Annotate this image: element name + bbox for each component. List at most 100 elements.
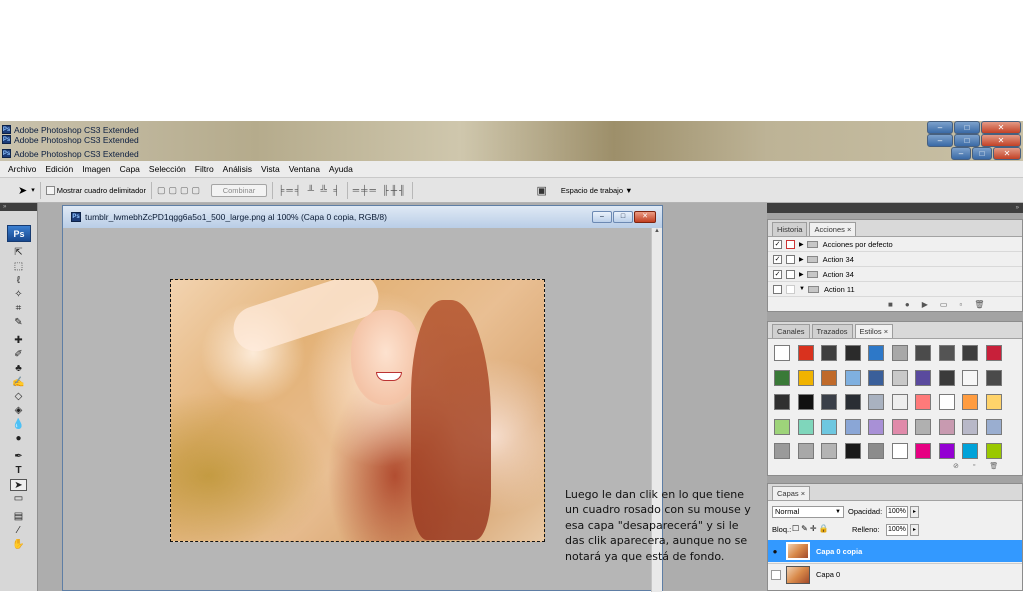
distribute-icons[interactable]: ═╪═ ╟╫╢ (353, 185, 408, 195)
trash-icon[interactable]: 🗑 (974, 300, 984, 309)
pen-tool-icon[interactable]: ✒ (10, 451, 27, 463)
style-swatch[interactable] (797, 369, 814, 386)
style-swatch[interactable] (938, 443, 955, 459)
minimize-button[interactable]: – (951, 147, 971, 160)
close-button[interactable]: ✕ (993, 147, 1021, 160)
style-swatch[interactable] (938, 345, 955, 361)
style-swatch[interactable] (985, 443, 1002, 459)
new-set-icon[interactable]: ▭ (940, 300, 948, 309)
align-icons[interactable]: ╞═╡ ╨ ╩ ╡ (278, 185, 342, 195)
style-swatch[interactable] (868, 418, 884, 435)
dialog-toggle-icon[interactable] (786, 269, 795, 279)
action-toggle-checkbox[interactable] (773, 284, 782, 294)
style-swatch[interactable] (868, 345, 884, 361)
style-swatch[interactable] (797, 443, 814, 459)
clear-style-icon[interactable]: ⊘ (953, 462, 959, 470)
tab-acciones[interactable]: Acciones × (809, 222, 857, 236)
clone-stamp-icon[interactable]: ♣ (10, 363, 27, 375)
menu-edicion[interactable]: Edición (45, 164, 73, 174)
dialog-toggle-icon[interactable] (786, 284, 795, 294)
action-row[interactable]: ✓ ▶ Action 34 (768, 252, 1022, 267)
style-swatch[interactable] (797, 394, 814, 410)
style-swatch[interactable] (774, 394, 790, 410)
new-action-icon[interactable]: ▫ (959, 300, 962, 309)
style-swatch[interactable] (962, 345, 978, 361)
layer-row-capa-0[interactable]: Capa 0 (768, 563, 1022, 585)
bounding-box-checkbox[interactable] (45, 185, 55, 195)
bridge-icon[interactable]: ▣ (536, 184, 546, 197)
new-style-icon[interactable]: ▫ (973, 462, 975, 470)
expand-triangle-icon[interactable]: ▶ (799, 256, 804, 263)
style-swatch[interactable] (821, 443, 837, 459)
style-swatch[interactable] (938, 418, 955, 435)
menu-filtro[interactable]: Filtro (195, 164, 214, 174)
record-icon[interactable]: ● (905, 300, 910, 309)
lasso-tool-icon[interactable]: ℓ (10, 275, 27, 287)
toolbox-header[interactable]: » (0, 203, 37, 211)
maximize-button[interactable]: □ (954, 121, 980, 134)
image-canvas[interactable] (170, 279, 545, 542)
fill-slider-toggle[interactable]: ▸ (910, 524, 919, 536)
style-swatch[interactable] (868, 394, 884, 410)
document-minimize-button[interactable]: – (592, 211, 612, 223)
photoshop-logo[interactable]: Ps (7, 225, 31, 242)
action-row[interactable]: ✓ ▶ Action 34 (768, 267, 1022, 282)
crop-tool-icon[interactable]: ⌗ (10, 303, 27, 315)
tab-historia[interactable]: Historia (772, 222, 808, 236)
eraser-tool-icon[interactable]: ◇ (10, 391, 27, 403)
style-swatch[interactable] (985, 418, 1002, 435)
style-swatch[interactable] (821, 345, 837, 361)
action-row[interactable]: ✓ ▶ Acciones por defecto (768, 237, 1022, 252)
move-tool-preset-icon[interactable]: ➤ (18, 184, 27, 197)
maximize-button[interactable]: □ (954, 134, 980, 147)
style-swatch[interactable] (844, 369, 861, 386)
action-toggle-checkbox[interactable]: ✓ (773, 269, 782, 279)
visibility-toggle-box[interactable] (771, 569, 781, 580)
minimize-button[interactable]: – (927, 121, 953, 134)
style-swatch[interactable] (821, 369, 837, 386)
document-close-button[interactable]: ✕ (634, 211, 656, 223)
tab-trazados[interactable]: Trazados (811, 324, 853, 338)
restore-button[interactable]: □ (972, 147, 992, 160)
magic-wand-icon[interactable]: ✧ (10, 289, 27, 301)
style-swatch[interactable] (797, 418, 814, 435)
style-swatch[interactable] (844, 418, 861, 435)
tab-canales[interactable]: Canales (772, 324, 810, 338)
play-icon[interactable]: ▶ (922, 300, 928, 309)
history-brush-icon[interactable]: ✍ (10, 377, 27, 389)
blend-mode-select[interactable]: Normal ▼ (772, 506, 844, 518)
type-tool-icon[interactable]: T (10, 465, 27, 477)
action-row[interactable]: ▼ Action 11 (768, 282, 1022, 297)
menu-seleccion[interactable]: Selección (149, 164, 186, 174)
slice-tool-icon[interactable]: ✎ (10, 317, 27, 329)
eyedropper-tool-icon[interactable]: ⁄ (10, 525, 27, 537)
hand-tool-icon[interactable]: ✋ (10, 539, 27, 549)
blur-tool-icon[interactable]: 💧 (10, 419, 27, 431)
document-maximize-button[interactable]: □ (613, 211, 633, 223)
close-button[interactable]: ✕ (981, 134, 1021, 147)
chevron-down-icon[interactable]: ▾ (31, 186, 35, 194)
shape-tool-icon[interactable]: ▭ (10, 493, 27, 505)
trash-icon[interactable]: 🗑 (989, 462, 998, 470)
opacity-input[interactable]: 100% (886, 506, 908, 518)
style-swatch[interactable] (868, 369, 884, 386)
paint-bucket-icon[interactable]: ◈ (10, 405, 27, 417)
style-swatch[interactable] (915, 418, 931, 435)
style-swatch[interactable] (891, 394, 908, 410)
action-toggle-checkbox[interactable]: ✓ (773, 239, 782, 249)
dialog-toggle-icon[interactable] (786, 254, 795, 264)
style-swatch[interactable] (774, 345, 790, 361)
marquee-tool-icon[interactable]: ⬚ (10, 261, 27, 273)
style-swatch[interactable] (844, 394, 861, 410)
notes-tool-icon[interactable]: ▤ (10, 511, 27, 523)
style-swatch[interactable] (938, 394, 955, 410)
style-swatch[interactable] (844, 443, 861, 459)
menu-capa[interactable]: Capa (120, 164, 140, 174)
style-swatch[interactable] (891, 369, 908, 386)
minimize-button[interactable]: – (927, 134, 953, 147)
lock-icons[interactable]: ☐✎✛🔒 (792, 524, 831, 533)
style-swatch[interactable] (985, 394, 1002, 410)
menu-vista[interactable]: Vista (261, 164, 280, 174)
dialog-toggle-icon[interactable] (786, 239, 795, 249)
style-swatch[interactable] (915, 394, 931, 410)
